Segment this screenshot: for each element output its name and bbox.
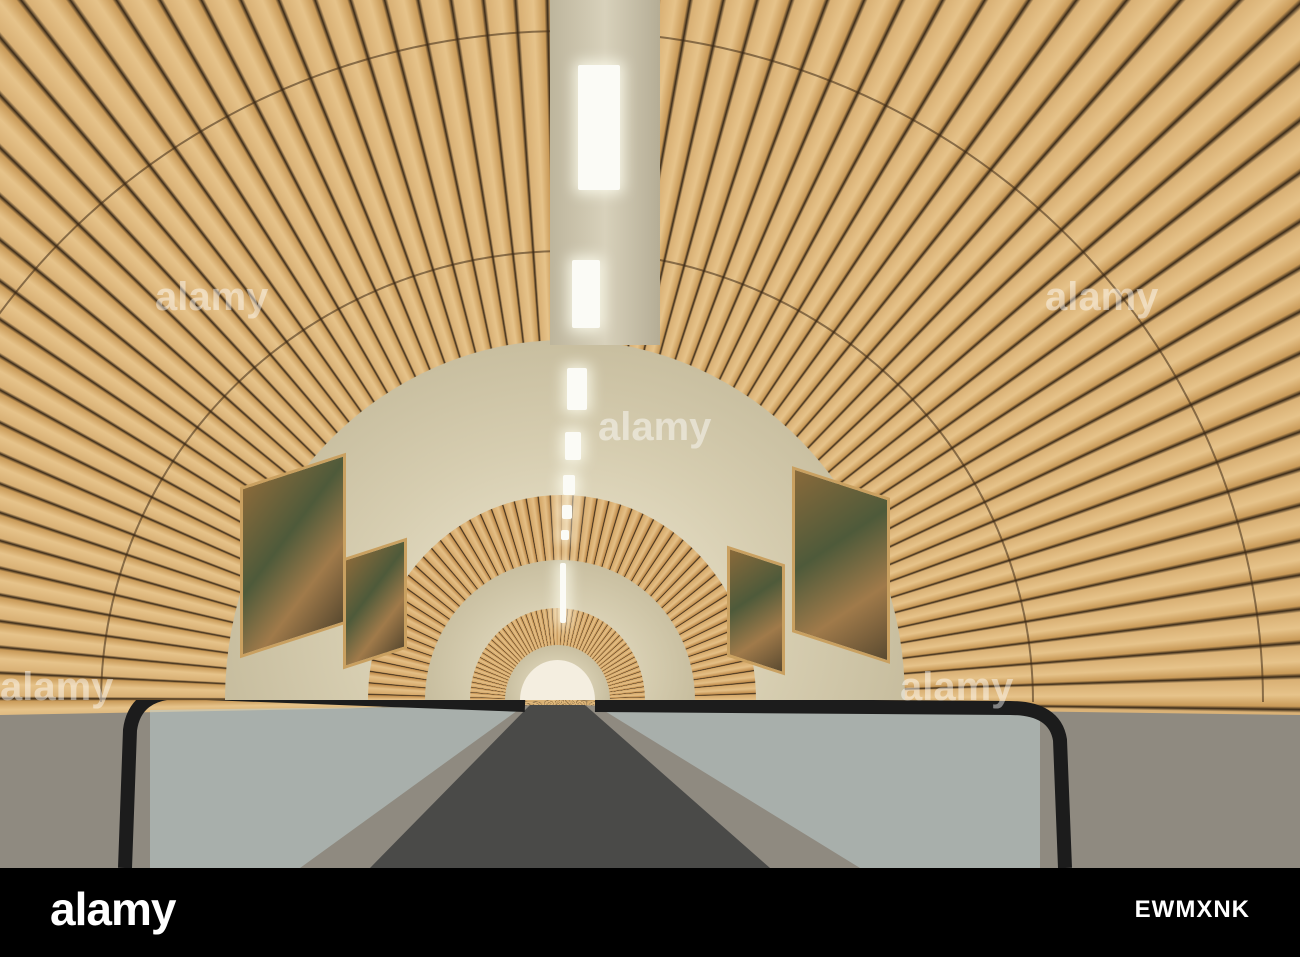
ceiling-light bbox=[562, 505, 572, 519]
ceiling-light bbox=[561, 530, 569, 540]
watermark: alamy bbox=[155, 275, 269, 319]
watermark: alamy bbox=[598, 405, 712, 449]
image-id: EWMXNK bbox=[1134, 896, 1250, 923]
alamy-logo: alamy bbox=[50, 883, 176, 935]
ceiling-light bbox=[567, 368, 587, 410]
ceiling-light bbox=[560, 563, 566, 623]
ceiling-light bbox=[572, 260, 600, 328]
stock-photo: alamy alamy alamy alamy alamy alamy EWMX… bbox=[0, 0, 1300, 957]
footer-bar: alamy EWMXNK bbox=[0, 868, 1300, 957]
moving-walkway bbox=[0, 700, 1300, 868]
watermark: alamy bbox=[900, 665, 1014, 709]
poster bbox=[727, 545, 785, 676]
ceiling-light bbox=[563, 475, 575, 495]
tunnel-photo: alamy alamy alamy alamy alamy bbox=[0, 0, 1300, 868]
watermark: alamy bbox=[0, 665, 114, 709]
watermark: alamy bbox=[1045, 275, 1159, 319]
poster bbox=[240, 452, 346, 659]
poster bbox=[792, 466, 890, 664]
poster bbox=[343, 537, 407, 670]
ceiling-light bbox=[578, 65, 620, 190]
ceiling-light bbox=[565, 432, 581, 460]
